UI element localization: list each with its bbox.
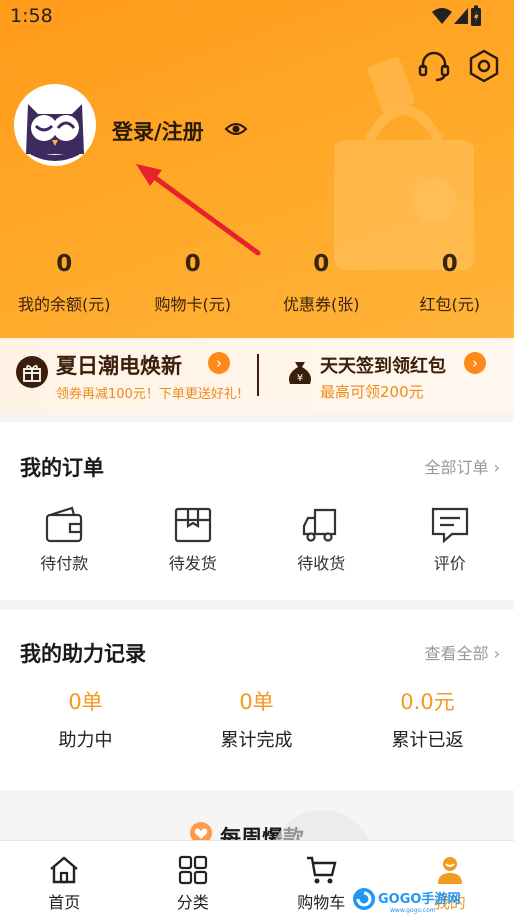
- orders-card: 我的订单 全部订单 › 待付款 待发货 待收货 评价: [0, 422, 514, 600]
- promo-subtitle: 最高可领200元: [320, 383, 424, 401]
- order-review[interactable]: 评价: [386, 506, 514, 586]
- assist-card: 我的助力记录 查看全部 › 0单 助力中 0单 累计完成 0.0元 累计已返: [0, 610, 514, 790]
- order-label: 待收货: [297, 554, 346, 573]
- stat-coupons[interactable]: 0 优惠券(张): [257, 250, 386, 320]
- view-all-link[interactable]: 查看全部 ›: [425, 640, 501, 664]
- account-stats: 0 我的余额(元) 0 购物卡(元) 0 优惠券(张) 0 红包(元): [0, 250, 514, 320]
- promo-title: 天天签到领红包: [320, 356, 446, 377]
- assist-value: 0单: [68, 690, 103, 714]
- owl-avatar-icon: [26, 104, 84, 161]
- eye-icon[interactable]: [224, 118, 248, 140]
- profile-header: 1:58 登录/注册 0 我的余额(元) 0 购物卡(元) 0 优惠券(张) 0…: [0, 0, 514, 340]
- truck-icon: [303, 508, 337, 542]
- order-pending-shipment[interactable]: 待发货: [129, 506, 258, 586]
- assist-returned[interactable]: 0.0元 累计已返: [342, 686, 513, 752]
- home-icon: [50, 856, 79, 884]
- assist-title: 我的助力记录: [20, 642, 146, 666]
- assist-value: 0.0元: [400, 690, 455, 714]
- stat-value: 0: [313, 251, 330, 277]
- assist-label: 累计完成: [220, 730, 293, 751]
- avatar[interactable]: [14, 84, 96, 166]
- profile-icon: [437, 857, 462, 884]
- stat-value: 0: [56, 251, 73, 277]
- package-icon: [174, 507, 211, 543]
- stat-label: 红包(元): [419, 295, 481, 314]
- gift-icon: [16, 356, 48, 388]
- stat-balance[interactable]: 0 我的余额(元): [0, 250, 129, 320]
- assist-in-progress[interactable]: 0单 助力中: [0, 686, 171, 752]
- annotation-arrow: [136, 164, 261, 256]
- watermark-logo: GOGO手游网 www.gogo.com: [353, 888, 460, 914]
- stat-value: 0: [184, 251, 201, 277]
- settings-icon[interactable]: [466, 48, 502, 84]
- order-label: 评价: [433, 554, 466, 573]
- all-orders-label: 全部订单: [424, 458, 489, 477]
- order-pending-payment[interactable]: 待付款: [0, 506, 129, 586]
- watermark-subtext: www.gogo.com: [390, 907, 436, 914]
- nav-home[interactable]: 首页: [0, 841, 129, 922]
- category-icon: [178, 855, 207, 885]
- assist-label: 助力中: [58, 730, 113, 751]
- nav-label: 首页: [48, 893, 81, 912]
- battery-charging-icon: [471, 5, 481, 26]
- all-orders-link[interactable]: 全部订单 ›: [425, 454, 501, 478]
- customer-service-icon[interactable]: [416, 48, 452, 84]
- watermark-text: GOGO手游网: [378, 891, 460, 907]
- cart-icon: [307, 856, 337, 884]
- comment-icon: [431, 507, 468, 544]
- promo-divider: [257, 354, 259, 396]
- promo-title: 夏日潮电焕新: [56, 354, 182, 378]
- checkin-promo-link[interactable]: ¥ 天天签到领红包 › 最高可领200元: [284, 350, 504, 406]
- stat-label: 购物卡(元): [154, 295, 232, 314]
- svg-text:¥: ¥: [297, 373, 303, 384]
- shopping-bag-decoration-icon: [334, 56, 474, 270]
- chevron-right-icon: ›: [464, 352, 486, 374]
- stat-label: 我的余额(元): [18, 295, 111, 314]
- stat-value: 0: [441, 251, 458, 277]
- login-register-link[interactable]: 登录/注册: [112, 116, 204, 146]
- assist-value: 0单: [239, 690, 274, 714]
- order-label: 待付款: [40, 554, 89, 573]
- chevron-right-icon: ›: [208, 352, 230, 374]
- nav-label: 分类: [176, 893, 209, 912]
- order-status-row: 待付款 待发货 待收货 评价: [0, 506, 514, 586]
- nav-category[interactable]: 分类: [129, 841, 258, 922]
- stat-label: 优惠券(张): [283, 295, 360, 314]
- status-time: 1:58: [10, 5, 53, 27]
- money-bag-icon: ¥: [289, 362, 311, 384]
- view-all-label: 查看全部: [424, 644, 489, 663]
- order-label: 待发货: [168, 554, 217, 573]
- summer-promo-link[interactable]: 夏日潮电焕新 › 领券再减100元！下单更送好礼!: [16, 350, 256, 406]
- orders-title: 我的订单: [20, 456, 104, 480]
- stat-shopping-card[interactable]: 0 购物卡(元): [129, 250, 258, 320]
- status-bar: 1:58: [0, 0, 514, 34]
- stat-red-packets[interactable]: 0 红包(元): [386, 250, 514, 320]
- assist-label: 累计已返: [391, 730, 464, 751]
- wifi-signal-icon: [432, 8, 468, 24]
- assist-stats: 0单 助力中 0单 累计完成 0.0元 累计已返: [0, 686, 514, 752]
- promo-subtitle: 领券再减100元！下单更送好礼!: [56, 387, 243, 402]
- wallet-icon: [46, 506, 83, 543]
- order-pending-receipt[interactable]: 待收货: [257, 506, 386, 586]
- assist-completed[interactable]: 0单 累计完成: [171, 686, 342, 752]
